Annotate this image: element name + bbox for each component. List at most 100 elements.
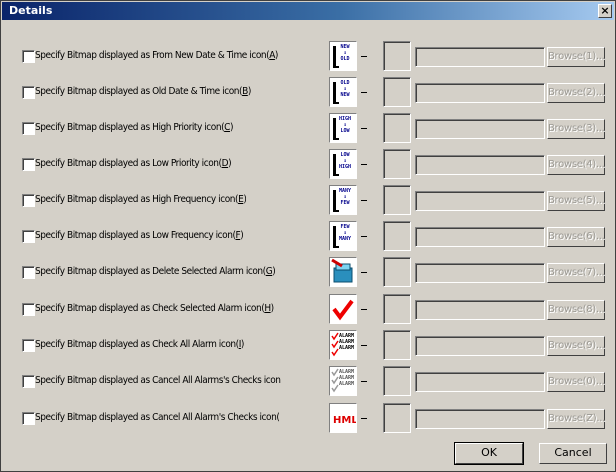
cancel-all-checks-icon: ALARM ALARM ALARM bbox=[330, 367, 356, 395]
bitmap-path-field[interactable] bbox=[415, 300, 545, 320]
custom-bitmap-slot bbox=[383, 149, 411, 179]
bracket-shape bbox=[333, 118, 339, 140]
icon-caption: FEW ↕ MANY bbox=[338, 224, 352, 242]
dialog-title: Details bbox=[9, 4, 53, 17]
delete-alarm-icon bbox=[330, 258, 356, 286]
custom-bitmap-slot bbox=[383, 257, 411, 287]
bitmap-path-field[interactable] bbox=[415, 336, 545, 356]
label-suffix: ) bbox=[228, 158, 232, 169]
check-alarm-icon bbox=[330, 295, 356, 323]
separator-dash bbox=[361, 92, 367, 93]
cancel-button[interactable]: Cancel bbox=[539, 443, 607, 464]
browse-button[interactable]: Browse(2)... bbox=[547, 83, 605, 103]
enable-checkbox[interactable] bbox=[22, 266, 35, 279]
label-text: Specify Bitmap displayed as Old Date & T… bbox=[35, 86, 243, 97]
row-label[interactable]: Specify Bitmap displayed as Low Frequenc… bbox=[35, 230, 243, 241]
row-label[interactable]: Specify Bitmap displayed as High Frequen… bbox=[35, 194, 246, 205]
default-bitmap-preview: MANY ↕ FEW bbox=[329, 185, 357, 215]
bitmap-path-field[interactable] bbox=[415, 155, 545, 175]
high-low-icon: HIGH ↕ LOW bbox=[330, 114, 356, 142]
icon-caption: ALARM ALARM ALARM bbox=[339, 333, 355, 351]
bitmap-row: Specify Bitmap displayed as High Frequen… bbox=[1, 184, 616, 218]
row-label[interactable]: Specify Bitmap displayed as Delete Selec… bbox=[35, 266, 275, 277]
bitmap-path-field[interactable] bbox=[415, 227, 545, 247]
row-label[interactable]: Specify Bitmap displayed as Check Select… bbox=[35, 303, 274, 314]
default-bitmap-preview: ALARM ALARM ALARM bbox=[329, 366, 357, 396]
bitmap-row: Specify Bitmap displayed as Check Select… bbox=[1, 293, 616, 327]
bitmap-row: Specify Bitmap displayed as Cancel All A… bbox=[1, 365, 616, 399]
separator-dash bbox=[361, 309, 367, 310]
browse-button[interactable]: Browse(7)... bbox=[547, 263, 605, 283]
bitmap-row: Specify Bitmap displayed as High Priorit… bbox=[1, 112, 616, 146]
custom-bitmap-slot bbox=[383, 403, 411, 433]
default-bitmap-preview: LOW ↕ HIGH bbox=[329, 149, 357, 179]
bitmap-row: Specify Bitmap displayed as Cancel All A… bbox=[1, 402, 616, 436]
custom-bitmap-slot bbox=[383, 294, 411, 324]
custom-bitmap-slot bbox=[383, 113, 411, 143]
enable-checkbox[interactable] bbox=[22, 339, 35, 352]
bitmap-path-field[interactable] bbox=[415, 409, 545, 429]
browse-button[interactable]: Browse(9)... bbox=[547, 336, 605, 356]
bitmap-path-field[interactable] bbox=[415, 83, 545, 103]
enable-checkbox[interactable] bbox=[22, 412, 35, 425]
enable-checkbox[interactable] bbox=[22, 122, 35, 135]
enable-checkbox[interactable] bbox=[22, 230, 35, 243]
bitmap-row: Specify Bitmap displayed as From New Dat… bbox=[1, 40, 616, 74]
row-label[interactable]: Specify Bitmap displayed as Old Date & T… bbox=[35, 86, 251, 97]
browse-button[interactable]: Browse(0)... bbox=[547, 372, 605, 392]
few-many-icon: FEW ↕ MANY bbox=[330, 222, 356, 250]
new-old-icon: NEW ↕ OLD bbox=[330, 42, 356, 70]
custom-bitmap-slot bbox=[383, 77, 411, 107]
default-bitmap-preview bbox=[329, 257, 357, 287]
row-label[interactable]: Specify Bitmap displayed as Cancel All A… bbox=[35, 375, 281, 386]
row-label[interactable]: Specify Bitmap displayed as Low Priority… bbox=[35, 158, 231, 169]
label-text: Specify Bitmap displayed as Cancel All A… bbox=[35, 375, 281, 386]
many-few-icon: MANY ↕ FEW bbox=[330, 186, 356, 214]
bitmap-path-field[interactable] bbox=[415, 191, 545, 211]
enable-checkbox[interactable] bbox=[22, 50, 35, 63]
close-button[interactable]: × bbox=[598, 4, 612, 18]
enable-checkbox[interactable] bbox=[22, 194, 35, 207]
bitmap-path-field[interactable] bbox=[415, 372, 545, 392]
default-bitmap-preview: NEW ↕ OLD bbox=[329, 41, 357, 71]
custom-bitmap-slot bbox=[383, 366, 411, 396]
separator-dash bbox=[361, 345, 367, 346]
icon-caption: MANY ↕ FEW bbox=[338, 188, 352, 206]
row-label[interactable]: Specify Bitmap displayed as Cancel All A… bbox=[35, 412, 279, 423]
row-label[interactable]: Specify Bitmap displayed as From New Dat… bbox=[35, 50, 278, 61]
browse-button[interactable]: Browse(3)... bbox=[547, 119, 605, 139]
enable-checkbox[interactable] bbox=[22, 303, 35, 316]
label-suffix: ) bbox=[243, 194, 247, 205]
browse-button[interactable]: Browse(5)... bbox=[547, 191, 605, 211]
bitmap-path-field[interactable] bbox=[415, 263, 545, 283]
label-suffix: ) bbox=[274, 50, 278, 61]
bracket-shape bbox=[333, 190, 339, 212]
ok-button[interactable]: OK bbox=[454, 442, 524, 465]
row-label[interactable]: Specify Bitmap displayed as Check All Al… bbox=[35, 339, 244, 350]
default-bitmap-preview: HIGH ↕ LOW bbox=[329, 113, 357, 143]
default-bitmap-preview: ALARM ALARM ALARM bbox=[329, 330, 357, 360]
icon-caption: ALARM ALARM ALARM bbox=[339, 369, 355, 387]
icon-caption: HIGH ↕ LOW bbox=[338, 116, 352, 134]
label-text: Specify Bitmap displayed as Low Frequenc… bbox=[35, 230, 236, 241]
separator-dash bbox=[361, 272, 367, 273]
browse-button[interactable]: Browse(6)... bbox=[547, 227, 605, 247]
bitmap-path-field[interactable] bbox=[415, 47, 545, 67]
enable-checkbox[interactable] bbox=[22, 375, 35, 388]
row-label[interactable]: Specify Bitmap displayed as High Priorit… bbox=[35, 122, 233, 133]
enable-checkbox[interactable] bbox=[22, 86, 35, 99]
browse-button[interactable]: Browse(Z)... bbox=[547, 409, 605, 429]
title-bar[interactable]: Details × bbox=[2, 2, 614, 20]
enable-checkbox[interactable] bbox=[22, 158, 35, 171]
browse-button[interactable]: Browse(4)... bbox=[547, 155, 605, 175]
browse-button[interactable]: Browse(8)... bbox=[547, 300, 605, 320]
custom-bitmap-slot bbox=[383, 330, 411, 360]
bracket-shape bbox=[333, 226, 339, 248]
bitmap-path-field[interactable] bbox=[415, 119, 545, 139]
label-suffix: ) bbox=[240, 339, 244, 350]
old-new-icon: OLD ↕ NEW bbox=[330, 78, 356, 106]
label-text: Specify Bitmap displayed as From New Dat… bbox=[35, 50, 270, 61]
browse-button[interactable]: Browse(1)... bbox=[547, 47, 605, 67]
svg-text:HML: HML bbox=[333, 415, 356, 426]
label-suffix: ) bbox=[272, 266, 276, 277]
